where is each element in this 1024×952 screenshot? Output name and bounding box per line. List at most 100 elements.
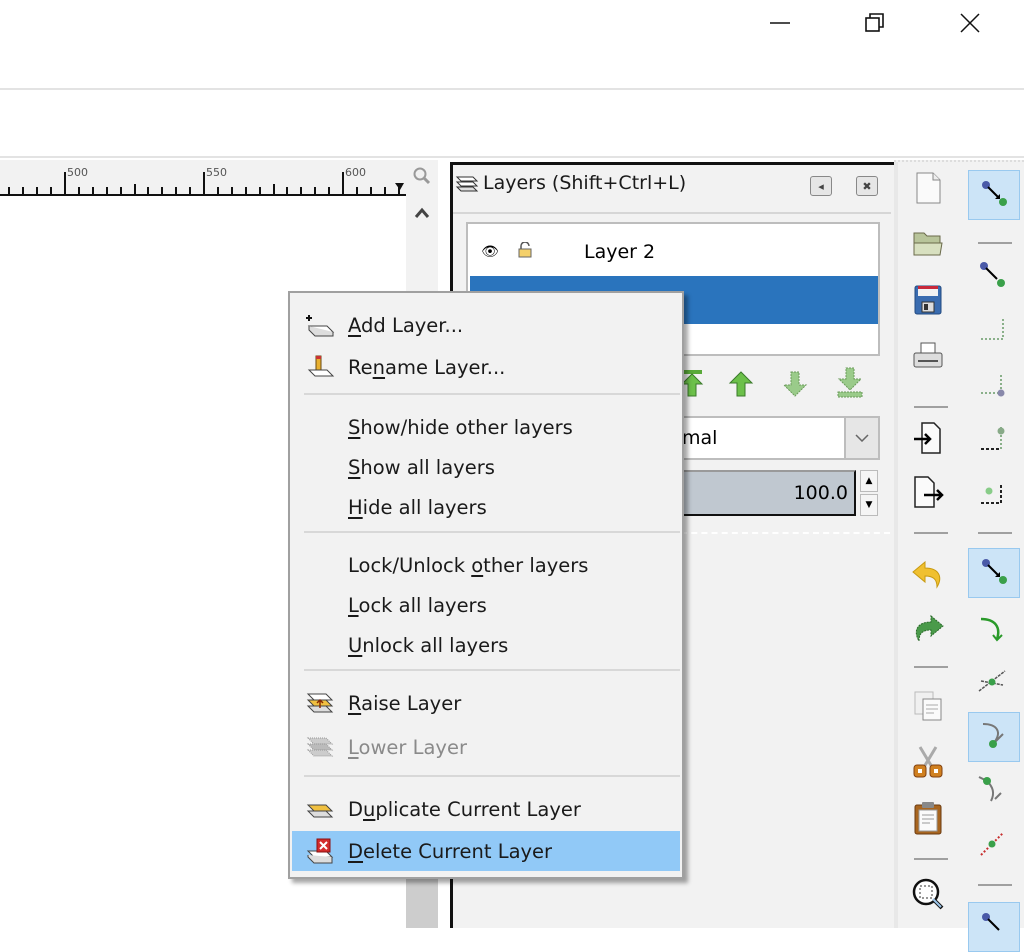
snap-bbox-corner-button[interactable] bbox=[972, 420, 1012, 460]
raise-layer-icon bbox=[292, 690, 348, 716]
ruler-minor-tick bbox=[77, 187, 80, 194]
snap-bbox-midpoint-icon bbox=[977, 477, 1007, 511]
scroll-up-arrow-icon[interactable] bbox=[414, 204, 430, 223]
ruler-minor-tick bbox=[161, 187, 164, 194]
opacity-spinner[interactable]: ▲ ▼ bbox=[860, 470, 878, 516]
menu-item-rename-layer[interactable]: Rename Layer... bbox=[292, 347, 680, 387]
ruler-minor-tick bbox=[272, 184, 275, 194]
print-icon bbox=[912, 341, 944, 375]
snap-bbox-midpoint-button[interactable] bbox=[972, 474, 1012, 514]
snap-line-midpoints-icon bbox=[977, 829, 1007, 863]
export-icon bbox=[912, 475, 944, 513]
menu-item-label: Show all layers bbox=[348, 455, 495, 479]
menu-item-hide-all-layers[interactable]: Hide all layers bbox=[292, 487, 680, 527]
snap-bbox-button[interactable] bbox=[972, 310, 1012, 350]
menu-item-label: Unlock all layers bbox=[348, 633, 509, 657]
paste-button[interactable] bbox=[908, 800, 948, 840]
menu-item-label: Delete Current Layer bbox=[348, 839, 553, 863]
ruler-minor-tick bbox=[300, 187, 303, 194]
snap-paths-button[interactable] bbox=[972, 610, 1012, 650]
menu-item-show-all-layers[interactable]: Show all layers bbox=[292, 447, 680, 487]
arrow-down-icon bbox=[782, 371, 808, 397]
restore-button[interactable] bbox=[830, 0, 920, 45]
new-document-button[interactable] bbox=[908, 170, 948, 210]
close-button[interactable] bbox=[925, 0, 1015, 45]
snap-bbox-edge-icon bbox=[977, 369, 1007, 403]
export-button[interactable] bbox=[908, 474, 948, 514]
snap-path-intersection-icon bbox=[977, 665, 1007, 699]
layer-name[interactable]: Layer 2 bbox=[540, 241, 655, 263]
cut-icon bbox=[912, 745, 944, 783]
ruler-minor-tick bbox=[147, 187, 150, 194]
print-button[interactable] bbox=[908, 338, 948, 378]
copy-button[interactable] bbox=[908, 688, 948, 728]
redo-icon bbox=[911, 613, 945, 647]
menu-item-label: Lower Layer bbox=[348, 735, 467, 759]
menu-separator bbox=[304, 393, 680, 395]
snap-nodes-toggle-button[interactable] bbox=[968, 548, 1020, 598]
new-document-icon bbox=[913, 171, 943, 209]
ruler-minor-tick bbox=[22, 187, 25, 194]
dock-close-button[interactable]: ✖ bbox=[856, 176, 878, 196]
toolbar-separator bbox=[914, 406, 948, 408]
menu-item-lower-layer[interactable]: Lower Layer bbox=[292, 727, 680, 767]
snap-smooth-nodes-button[interactable] bbox=[972, 770, 1012, 810]
undo-icon bbox=[911, 559, 945, 593]
chevron-down-icon[interactable] bbox=[844, 418, 878, 458]
ruler-major-tick bbox=[342, 172, 344, 194]
layer-row[interactable]: 👁 Layer 2 bbox=[470, 228, 878, 276]
snap-cusp-nodes-icon bbox=[979, 720, 1009, 754]
menu-item-duplicate-current-layer[interactable]: Duplicate Current Layer bbox=[292, 789, 680, 829]
toolbar-separator bbox=[978, 884, 1012, 886]
ruler-minor-tick bbox=[258, 187, 261, 194]
zoom-selection-icon bbox=[911, 877, 945, 915]
menu-item-raise-layer[interactable]: Raise Layer bbox=[292, 683, 680, 723]
menu-item-add-layer[interactable]: Add Layer... bbox=[292, 305, 680, 345]
minimize-button[interactable] bbox=[735, 0, 825, 45]
snap-bbox-edge-button[interactable] bbox=[972, 366, 1012, 406]
dock-iconify-button[interactable]: ◂ bbox=[810, 176, 832, 196]
menu-item-lock-all-layers[interactable]: Lock all layers bbox=[292, 585, 680, 625]
import-button[interactable] bbox=[908, 420, 948, 460]
save-button[interactable] bbox=[908, 282, 948, 322]
undo-button[interactable] bbox=[908, 556, 948, 596]
lower-layer-button[interactable] bbox=[782, 370, 808, 402]
menu-item-unlock-all-layers[interactable]: Unlock all layers bbox=[292, 625, 680, 665]
add-layer-icon bbox=[292, 312, 348, 338]
lock-open-icon[interactable] bbox=[510, 241, 540, 263]
open-folder-button[interactable] bbox=[908, 226, 948, 266]
ruler-minor-tick bbox=[133, 184, 136, 194]
snap-path-intersection-button[interactable] bbox=[972, 662, 1012, 702]
visibility-eye-icon[interactable]: 👁 bbox=[470, 244, 510, 260]
snap-cusp-nodes-button[interactable] bbox=[968, 712, 1020, 762]
menu-item-delete-current-layer[interactable]: Delete Current Layer bbox=[292, 831, 680, 871]
snap-nodes-button[interactable] bbox=[972, 256, 1012, 296]
horizontal-ruler[interactable]: 500 550 600 bbox=[0, 160, 406, 196]
raise-layer-button[interactable] bbox=[728, 370, 754, 402]
cut-button[interactable] bbox=[908, 744, 948, 784]
layers-panel-title: Layers (Shift+Ctrl+L) bbox=[455, 172, 686, 194]
ruler-label: 550 bbox=[206, 166, 227, 179]
spin-up-icon[interactable]: ▲ bbox=[860, 470, 878, 492]
ruler-minor-tick bbox=[91, 187, 94, 194]
menu-item-label: Add Layer... bbox=[348, 313, 464, 337]
minimize-icon bbox=[770, 21, 790, 24]
redo-button[interactable] bbox=[908, 610, 948, 650]
menu-item-show-hide-other-layers[interactable]: Show/hide other layers bbox=[292, 407, 680, 447]
menu-item-lock-unlock-other-layers[interactable]: Lock/Unlock other layers bbox=[292, 545, 680, 585]
snap-toggle-button[interactable] bbox=[968, 170, 1020, 220]
spin-down-icon[interactable]: ▼ bbox=[860, 494, 878, 516]
zoom-selection-button[interactable] bbox=[908, 876, 948, 916]
menu-item-label: Rename Layer... bbox=[348, 355, 506, 379]
snap-line-midpoints-button[interactable] bbox=[972, 826, 1012, 866]
snap-others-button[interactable] bbox=[968, 902, 1020, 952]
ruler-minor-tick bbox=[216, 187, 219, 194]
lower-to-bottom-button[interactable] bbox=[835, 366, 865, 402]
toolbar-separator bbox=[914, 858, 948, 860]
ruler-minor-tick bbox=[175, 187, 178, 194]
ruler-minor-tick bbox=[286, 187, 289, 194]
tool-controls-bar bbox=[0, 92, 1024, 158]
ruler-major-tick bbox=[203, 172, 205, 194]
lower-to-bottom-icon bbox=[837, 367, 863, 398]
zoom-icon[interactable] bbox=[412, 166, 432, 190]
